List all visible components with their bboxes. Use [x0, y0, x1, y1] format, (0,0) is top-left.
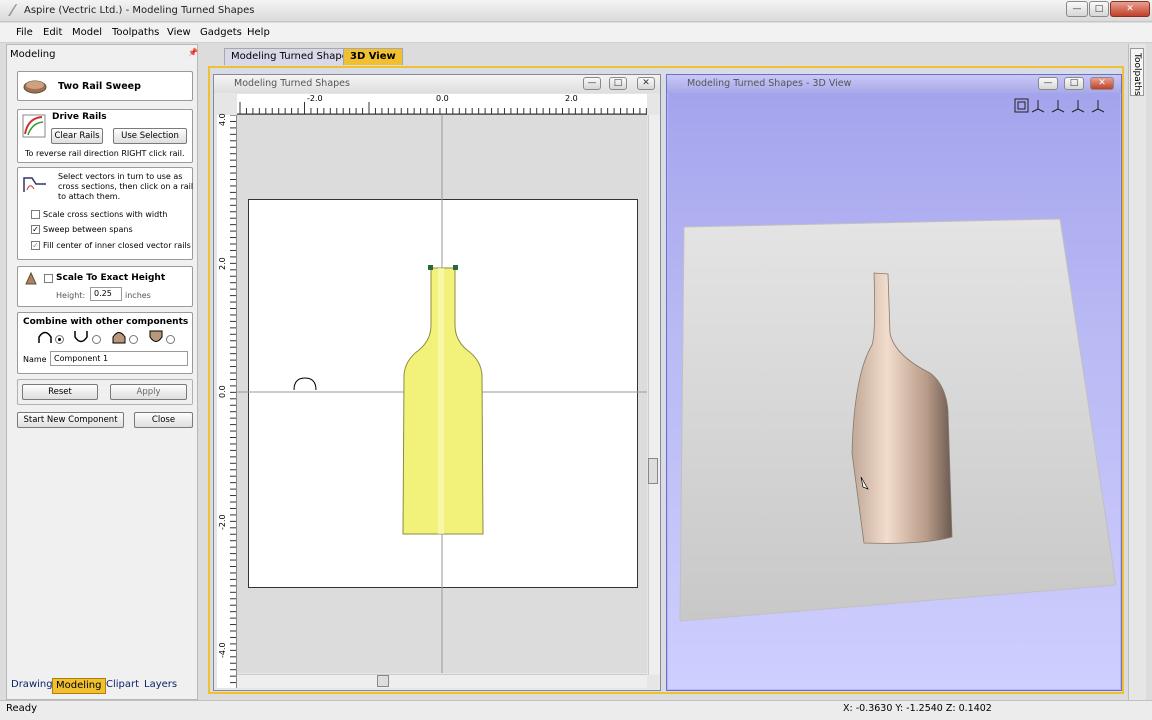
- close-window-button[interactable]: ✕: [1110, 1, 1150, 17]
- toolpaths-side-tab[interactable]: Toolpaths: [1130, 48, 1144, 96]
- instruction-line-2: cross sections, then click on a rail: [58, 182, 194, 191]
- start-new-component-button[interactable]: Start New Component: [17, 412, 124, 428]
- tab-layers[interactable]: Layers: [141, 678, 180, 694]
- instruction-line-1: Select vectors in turn to use as: [58, 172, 183, 181]
- name-label: Name: [23, 355, 47, 364]
- 3d-scene: [679, 218, 1117, 622]
- rail-handle-left[interactable]: [428, 265, 433, 270]
- v-tick-neg4: -4.0: [218, 642, 227, 658]
- subtract-icon[interactable]: [73, 330, 89, 344]
- reverse-rail-hint: To reverse rail direction RIGHT click ra…: [25, 149, 185, 158]
- view-2d-maximize[interactable]: □: [609, 77, 627, 90]
- menu-bar: File Edit Model Toolpaths View Gadgets H…: [0, 23, 1152, 43]
- apply-button[interactable]: Apply: [110, 384, 187, 400]
- horizontal-scrollbar[interactable]: [237, 674, 647, 688]
- menu-file[interactable]: File: [16, 27, 33, 38]
- toolpaths-tab-label: Toolpaths: [1132, 53, 1142, 96]
- aspire-window: Aspire (Vectric Ltd.) - Modeling Turned …: [0, 0, 1152, 720]
- view-2d-title: Modeling Turned Shapes: [234, 78, 350, 89]
- vertical-ruler: [217, 114, 237, 688]
- view-3d-maximize[interactable]: □: [1064, 77, 1084, 90]
- use-selection-button[interactable]: Use Selection: [113, 128, 187, 144]
- component-name-input[interactable]: Component 1: [50, 351, 188, 366]
- add-icon[interactable]: [37, 330, 53, 344]
- v-tick-0: 0.0: [218, 385, 227, 398]
- scale-height-icon: [25, 271, 37, 285]
- status-text: Ready: [6, 703, 38, 714]
- scale-group: Scale To Exact Height Height: 0.25 inche…: [17, 266, 193, 307]
- drive-rails-title: Drive Rails: [52, 112, 107, 122]
- pin-icon[interactable]: 📌: [188, 48, 198, 57]
- cursor-coordinates: X: -0.3630 Y: -1.2540 Z: 0.1402: [843, 703, 992, 714]
- window-title: Aspire (Vectric Ltd.) - Modeling Turned …: [24, 5, 255, 16]
- title-bar: Aspire (Vectric Ltd.) - Modeling Turned …: [0, 0, 1152, 22]
- height-input[interactable]: 0.25: [90, 287, 122, 301]
- v-tick-2: 2.0: [218, 257, 227, 270]
- merge-low-icon[interactable]: [148, 330, 164, 344]
- cross-section-vector[interactable]: [293, 377, 317, 391]
- merge-high-icon[interactable]: [111, 330, 127, 344]
- clear-rails-button[interactable]: Clear Rails: [51, 128, 103, 144]
- two-rail-sweep-icon: [23, 80, 47, 94]
- height-label: Height:: [56, 291, 86, 300]
- height-unit: inches: [125, 291, 151, 300]
- fill-center-label: Fill center of inner closed vector rails: [43, 241, 191, 250]
- scale-exact-height-label: Scale To Exact Height: [56, 273, 166, 283]
- h-tick-0: 0.0: [436, 94, 449, 103]
- tab-modeling-turned-shapes[interactable]: Modeling Turned Shapes: [224, 48, 361, 65]
- close-panel-button[interactable]: Close: [134, 412, 193, 428]
- tab-drawing[interactable]: Drawing: [8, 678, 56, 694]
- tool-header: Two Rail Sweep: [17, 71, 193, 101]
- h-tick-2: 2.0: [565, 94, 578, 103]
- cross-sections-group: Select vectors in turn to use as cross s…: [17, 167, 193, 260]
- horizontal-scroll-thumb[interactable]: [377, 675, 389, 687]
- panel-title: Modeling: [10, 49, 56, 60]
- tab-modeling[interactable]: Modeling: [52, 678, 106, 694]
- scale-cross-sections-checkbox[interactable]: [31, 210, 40, 219]
- menu-view[interactable]: View: [167, 27, 191, 38]
- combine-merge-high-radio[interactable]: [129, 335, 138, 344]
- combine-subtract-radio[interactable]: [92, 335, 101, 344]
- instruction-line-3: to attach them.: [58, 192, 121, 201]
- h-tick-neg2: -2.0: [307, 94, 323, 103]
- v-tick-neg2: -2.0: [218, 514, 227, 530]
- drive-rails-group: Drive Rails Clear Rails Use Selection To…: [17, 109, 193, 163]
- vertical-scroll-thumb[interactable]: [648, 458, 658, 484]
- combine-title: Combine with other components: [23, 317, 189, 327]
- drive-rails-icon: [22, 114, 46, 138]
- combine-add-radio[interactable]: [55, 335, 64, 344]
- view-2d-minimize[interactable]: —: [583, 77, 601, 90]
- menu-help[interactable]: Help: [247, 27, 270, 38]
- maximize-button[interactable]: □: [1089, 1, 1109, 17]
- aspire-app-icon: [8, 4, 17, 16]
- view-2d-close[interactable]: ✕: [637, 77, 655, 90]
- rail-handle-right[interactable]: [453, 265, 458, 270]
- minimize-button[interactable]: —: [1066, 1, 1088, 17]
- right-dock-strip: [1128, 44, 1146, 700]
- menu-gadgets[interactable]: Gadgets: [200, 27, 242, 38]
- tab-clipart[interactable]: Clipart: [103, 678, 142, 694]
- menu-toolpaths[interactable]: Toolpaths: [112, 27, 159, 38]
- v-tick-4: 4.0: [218, 113, 227, 126]
- combine-merge-low-radio[interactable]: [166, 335, 175, 344]
- scale-exact-height-checkbox[interactable]: [44, 274, 53, 283]
- reset-button[interactable]: Reset: [22, 384, 98, 400]
- view-3d-title: Modeling Turned Shapes - 3D View: [687, 78, 852, 89]
- cross-section-icon: [23, 177, 46, 192]
- combine-group: Combine with other components Name Compo…: [17, 312, 193, 374]
- vertical-scrollbar[interactable]: [648, 115, 660, 675]
- tool-title: Two Rail Sweep: [58, 81, 141, 92]
- menu-edit[interactable]: Edit: [43, 27, 62, 38]
- view-3d-close[interactable]: ✕: [1090, 77, 1114, 90]
- sweep-between-spans-checkbox[interactable]: ✓: [31, 225, 40, 234]
- fill-center-checkbox[interactable]: ✓: [31, 241, 40, 250]
- menu-model[interactable]: Model: [72, 27, 102, 38]
- bottle-vectors[interactable]: [237, 115, 647, 675]
- view-3d-minimize[interactable]: —: [1038, 77, 1058, 90]
- sweep-between-spans-label: Sweep between spans: [43, 225, 133, 234]
- scale-cross-sections-label: Scale cross sections with width: [43, 210, 168, 219]
- tab-3d-view[interactable]: 3D View: [343, 48, 403, 65]
